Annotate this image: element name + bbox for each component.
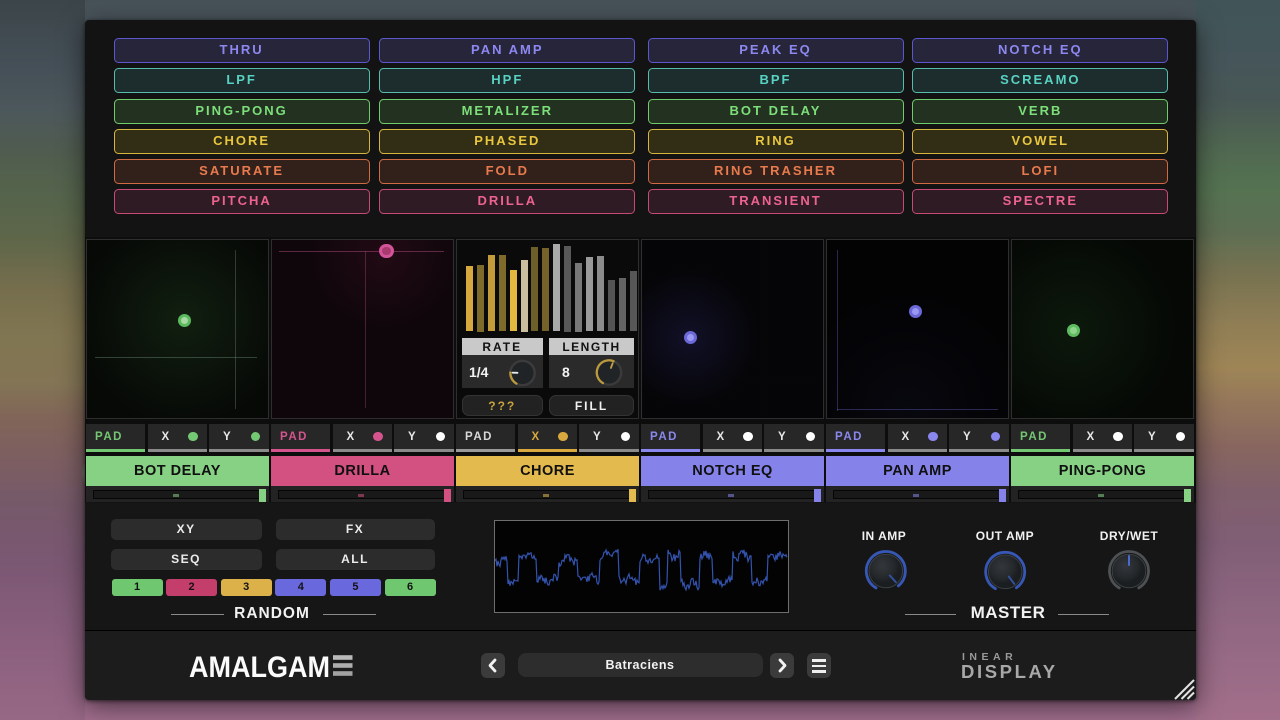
svg-text:AMALGAM: AMALGAM (189, 653, 330, 681)
